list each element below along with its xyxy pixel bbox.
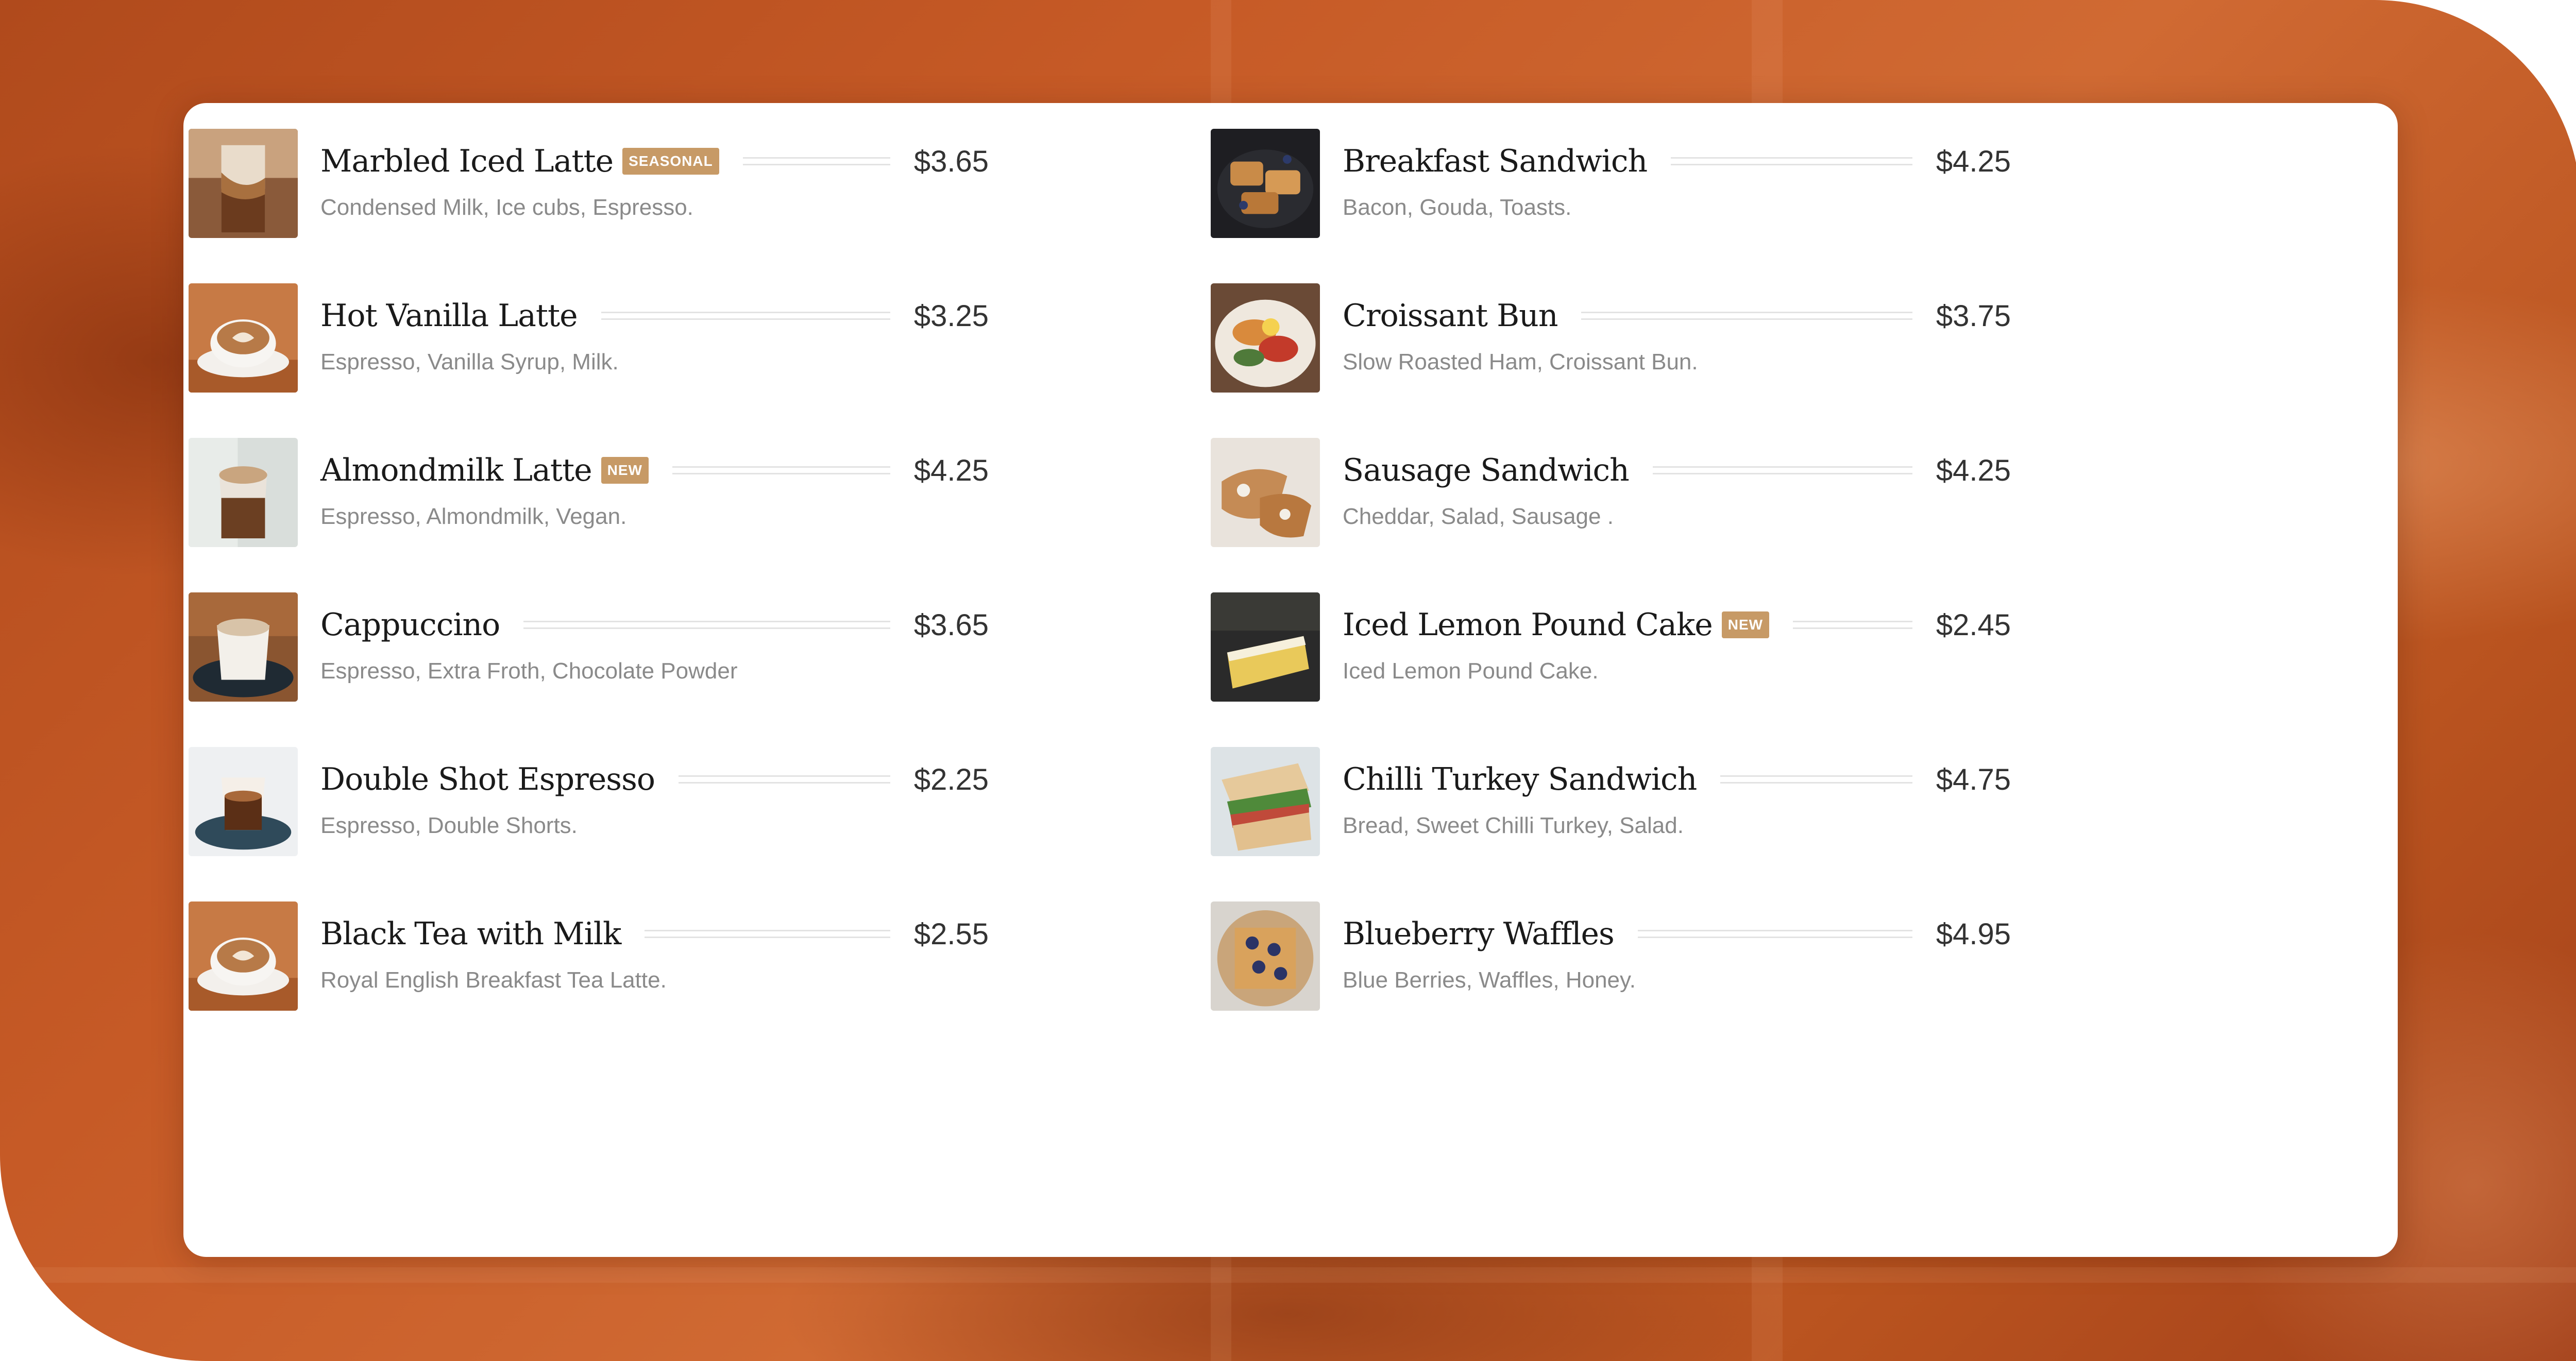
menu-item[interactable]: Hot Vanilla Latte $3.25 Espresso, Vanill… [189, 283, 989, 393]
item-description: Cheddar, Salad, Sausage . [1343, 504, 1614, 529]
menu-item[interactable]: Black Tea with Milk $2.55 Royal English … [189, 901, 989, 1011]
latte-art-photo [189, 283, 298, 393]
menu-item[interactable]: Double Shot Espresso $2.25 Espresso, Dou… [189, 747, 989, 856]
dotted-leader [645, 930, 890, 938]
menu-item[interactable]: Sausage Sandwich $4.25 Cheddar, Salad, S… [1211, 438, 2011, 547]
item-price: $4.95 [1936, 917, 2011, 951]
item-description: Blue Berries, Waffles, Honey. [1343, 967, 1636, 993]
menu-item[interactable]: Almondmilk Latte NEW $4.25 Espresso, Alm… [189, 438, 989, 547]
menu-item[interactable]: Blueberry Waffles $4.95 Blue Berries, Wa… [1211, 901, 2011, 1011]
dotted-leader [1720, 775, 1912, 784]
item-name: Almondmilk Latte [320, 452, 592, 488]
item-name: Blueberry Waffles [1343, 916, 1615, 952]
breakfast-sandwich-photo [1211, 129, 1320, 238]
item-name: Double Shot Espresso [320, 761, 655, 797]
item-price: $2.55 [913, 917, 989, 951]
menu-item[interactable]: Cappuccino $3.65 Espresso, Extra Froth, … [189, 592, 989, 702]
item-name: Cappuccino [320, 607, 500, 643]
item-price: $3.65 [913, 144, 989, 178]
item-price: $3.75 [1936, 299, 2011, 333]
item-price: $3.65 [913, 608, 989, 642]
item-price: $2.45 [1936, 608, 2011, 642]
new-badge: NEW [1721, 611, 1770, 638]
iced-latte-photo [189, 129, 298, 238]
item-name: Marbled Iced Latte [320, 143, 614, 179]
item-description: Bacon, Gouda, Toasts. [1343, 195, 1572, 220]
menu-item[interactable]: Iced Lemon Pound Cake NEW $2.45 Iced Lem… [1211, 592, 2011, 702]
item-name: Sausage Sandwich [1343, 452, 1630, 488]
dotted-leader [1652, 466, 1912, 474]
item-description: Iced Lemon Pound Cake. [1343, 658, 1599, 684]
item-name: Iced Lemon Pound Cake [1343, 607, 1713, 643]
item-name: Chilli Turkey Sandwich [1343, 761, 1697, 797]
item-price: $3.25 [913, 299, 989, 333]
item-description: Slow Roasted Ham, Croissant Bun. [1343, 349, 1698, 375]
item-description: Espresso, Vanilla Syrup, Milk. [320, 349, 619, 375]
dotted-leader [1671, 157, 1912, 165]
dotted-leader [672, 466, 890, 474]
item-name: Croissant Bun [1343, 298, 1558, 334]
waffles-photo [1211, 901, 1320, 1011]
seasonal-badge: SEASONAL [622, 148, 719, 175]
item-description: Royal English Breakfast Tea Latte. [320, 967, 667, 993]
dotted-leader [1581, 312, 1912, 320]
item-name: Black Tea with Milk [320, 916, 621, 952]
dotted-leader [601, 312, 890, 320]
cappuccino-photo [189, 592, 298, 702]
item-description: Espresso, Extra Froth, Chocolate Powder [320, 658, 738, 684]
dotted-leader [1793, 621, 1912, 629]
tea-latte-photo [189, 901, 298, 1011]
item-description: Bread, Sweet Chilli Turkey, Salad. [1343, 813, 1684, 838]
croissant-bun-photo [1211, 283, 1320, 393]
item-name: Breakfast Sandwich [1343, 143, 1648, 179]
item-description: Condensed Milk, Ice cubs, Espresso. [320, 195, 693, 220]
espresso-photo [189, 747, 298, 856]
menu-item[interactable]: Chilli Turkey Sandwich $4.75 Bread, Swee… [1211, 747, 2011, 856]
menu-item[interactable]: Breakfast Sandwich $4.25 Bacon, Gouda, T… [1211, 129, 2011, 238]
item-price: $2.25 [913, 762, 989, 796]
pound-cake-photo [1211, 592, 1320, 702]
new-badge: NEW [601, 457, 649, 484]
item-price: $4.25 [1936, 144, 2011, 178]
item-name: Hot Vanilla Latte [320, 298, 578, 334]
sausage-sandwich-photo [1211, 438, 1320, 547]
item-description: Espresso, Double Shorts. [320, 813, 578, 838]
dotted-leader [523, 621, 890, 629]
turkey-sandwich-photo [1211, 747, 1320, 856]
menu-column-food: Breakfast Sandwich $4.25 Bacon, Gouda, T… [1211, 129, 2011, 1056]
menu-item[interactable]: Croissant Bun $3.75 Slow Roasted Ham, Cr… [1211, 283, 2011, 393]
item-price: $4.75 [1936, 762, 2011, 796]
menu-item[interactable]: Marbled Iced Latte SEASONAL $3.65 Conden… [189, 129, 989, 238]
almond-latte-photo [189, 438, 298, 547]
dotted-leader [742, 157, 890, 165]
item-description: Espresso, Almondmilk, Vegan. [320, 504, 627, 529]
dotted-leader [679, 775, 890, 784]
dotted-leader [1637, 930, 1912, 938]
menu-column-drinks: Marbled Iced Latte SEASONAL $3.65 Conden… [189, 129, 989, 1056]
background-shelf [0, 1267, 2576, 1283]
item-price: $4.25 [1936, 453, 2011, 487]
item-price: $4.25 [913, 453, 989, 487]
